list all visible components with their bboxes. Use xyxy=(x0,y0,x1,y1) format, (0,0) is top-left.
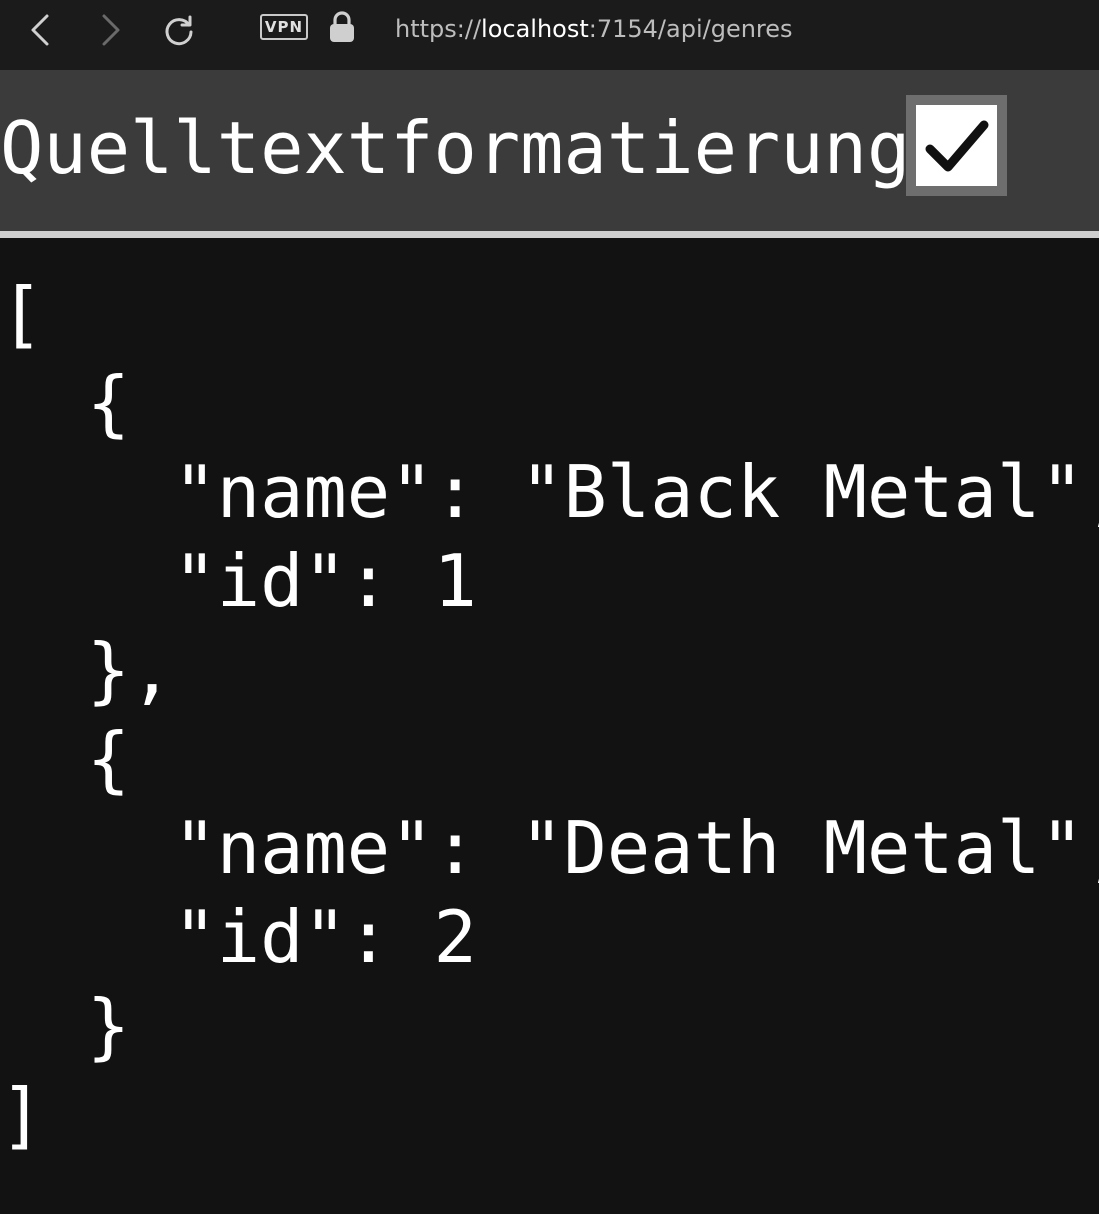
reload-icon xyxy=(165,15,193,46)
json-line: [ xyxy=(0,272,44,356)
json-viewer: [ { "name": "Black Metal", "id": 1 }, { … xyxy=(0,270,1099,1160)
url-scheme: https:// xyxy=(395,15,482,43)
forward-button[interactable] xyxy=(88,10,132,50)
pretty-print-label: Quelltextformatierung xyxy=(0,106,911,190)
checkbox-face xyxy=(916,105,997,186)
back-button[interactable] xyxy=(19,10,63,50)
json-line: "name": "Death Metal", xyxy=(0,806,1099,890)
json-line: { xyxy=(0,361,131,445)
url-path: :7154/api/genres xyxy=(588,15,793,43)
url-host: localhost xyxy=(481,15,589,43)
json-line: }, xyxy=(0,628,174,712)
chevron-left-icon xyxy=(31,14,49,46)
lock-icon[interactable] xyxy=(329,11,355,43)
checkmark-icon xyxy=(925,120,988,171)
json-line: ] xyxy=(0,1073,44,1157)
json-line: "id": 1 xyxy=(0,539,477,623)
address-bar[interactable]: https://localhost:7154/api/genres xyxy=(395,13,793,45)
pretty-print-checkbox[interactable] xyxy=(906,95,1007,196)
json-line: "id": 2 xyxy=(0,895,477,979)
browser-toolbar: VPN https://localhost:7154/api/genres xyxy=(0,0,1099,70)
json-line: } xyxy=(0,984,131,1068)
vpn-badge[interactable]: VPN xyxy=(260,14,308,40)
reload-button[interactable] xyxy=(157,10,201,50)
divider xyxy=(0,231,1099,238)
chevron-right-icon xyxy=(102,14,120,46)
json-line: { xyxy=(0,717,131,801)
json-line: "name": "Black Metal", xyxy=(0,450,1099,534)
